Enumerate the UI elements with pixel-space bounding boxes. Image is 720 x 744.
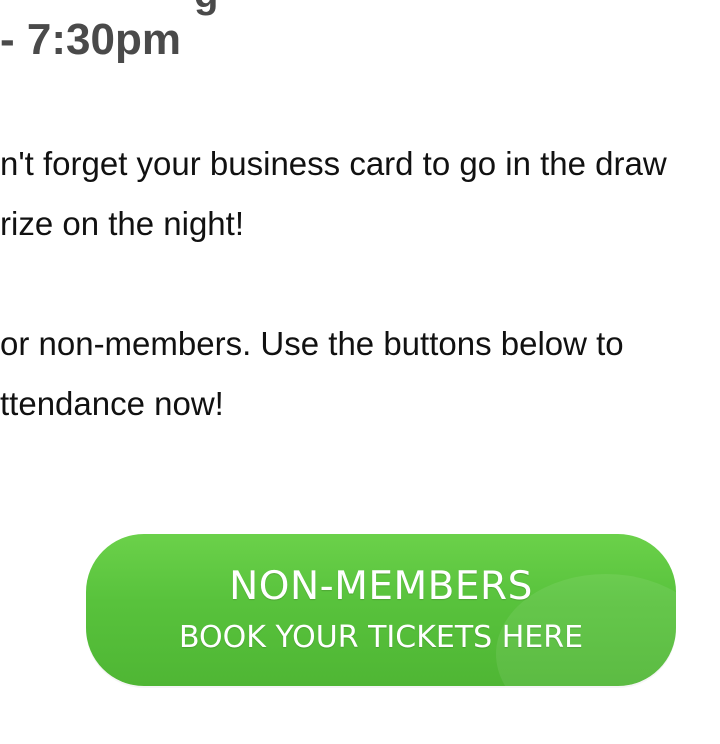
non-members-paragraph: or non-members. Use the buttons below to… (0, 314, 720, 434)
cta-subtitle: BOOK YOUR TICKETS HERE (178, 620, 584, 655)
paragraph-line: rize on the night! (0, 205, 244, 242)
paragraph-line: n't forget your business card to go in t… (0, 145, 667, 182)
business-card-paragraph: n't forget your business card to go in t… (0, 134, 720, 254)
event-time-heading: - 7:30pm (0, 15, 181, 64)
paragraph-line: or non-members. Use the buttons below to (0, 325, 624, 362)
cta-title: NON-MEMBERS (229, 564, 533, 609)
paragraph-line: ttendance now! (0, 385, 224, 422)
non-members-book-tickets-button[interactable]: NON-MEMBERS BOOK YOUR TICKETS HERE (86, 534, 676, 686)
heading-cut-fragment: g (194, 0, 218, 14)
